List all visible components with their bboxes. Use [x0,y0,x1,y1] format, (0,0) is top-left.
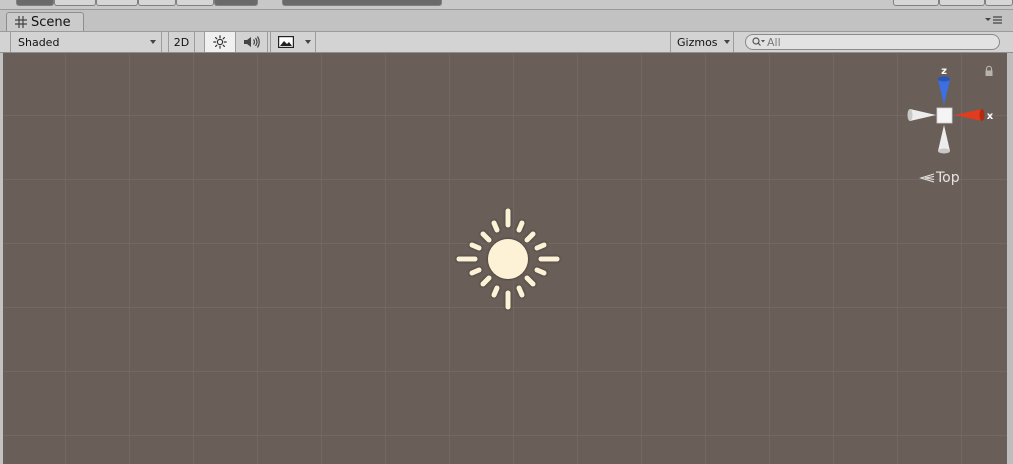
axis-x-label: x [987,111,994,122]
view-orientation-label[interactable]: Top [919,170,960,186]
chevron-down-icon [723,40,730,44]
window-edge [1007,53,1013,464]
shading-mode-dropdown[interactable]: Shaded [10,32,162,52]
scene-toolbar: Shaded 2D Gizmos [0,32,1013,53]
axis-neg-x-cone-base [907,109,913,121]
toolbar-remnant-button[interactable] [893,0,939,6]
toolbar-remnant-button[interactable] [96,0,138,6]
scene-viewport[interactable]: z x Top [3,53,1007,464]
sun-icon [213,35,227,49]
axis-z-cone[interactable] [938,79,950,105]
tab-bar: Scene [0,10,1013,32]
effects-toggle-button[interactable] [270,32,300,52]
toolbar-remnant-button[interactable] [282,0,442,6]
toolbar-remnant-button[interactable] [939,0,985,6]
search-field[interactable] [745,34,1000,50]
tab-menu-icon[interactable] [985,14,1003,26]
perspective-icon [919,173,935,183]
chevron-down-icon [304,40,311,44]
toolbar-remnant-button[interactable] [16,0,54,6]
search-icon [752,37,765,46]
image-icon [277,36,294,48]
effects-dropdown-button[interactable] [300,32,316,52]
axis-neg-z-cone[interactable] [938,125,950,151]
toolbar-remnant-button[interactable] [985,0,1013,6]
toolbar-remnant-button[interactable] [54,0,96,6]
gizmos-dropdown[interactable]: Gizmos [670,32,734,52]
toolbar-remnant-button[interactable] [176,0,214,6]
shading-mode-label: Shaded [18,35,60,49]
axis-neg-x-cone[interactable] [910,109,936,121]
search-input[interactable] [767,35,992,49]
tab-label: Scene [31,14,71,30]
mode-2d-label: 2D [173,35,190,49]
tab-scene[interactable]: Scene [6,12,84,31]
gizmos-label: Gizmos [677,35,718,49]
mode-2d-button[interactable]: 2D [168,32,195,52]
view-label-text: Top [936,170,960,186]
lock-icon[interactable] [983,65,995,77]
axis-x-cone[interactable] [955,109,982,121]
audio-toggle-button[interactable] [236,32,268,52]
axis-z-label: z [941,66,947,77]
grid-icon [15,16,27,28]
axis-neg-z-cone-base [938,148,950,154]
toolbar-remnant-button[interactable] [138,0,176,6]
toolbar-remnant-button[interactable] [214,0,258,6]
projection-toggle-cube[interactable] [936,107,953,124]
speaker-icon [243,36,260,48]
axis-z-cone-base [938,76,950,82]
lighting-toggle-button[interactable] [204,32,236,52]
axis-x-cone-base [979,109,985,121]
chevron-down-icon [150,40,156,44]
main-toolbar-strip [0,0,1013,10]
directional-light-icon[interactable] [453,208,563,312]
orientation-gizmo[interactable]: z x [903,63,998,163]
